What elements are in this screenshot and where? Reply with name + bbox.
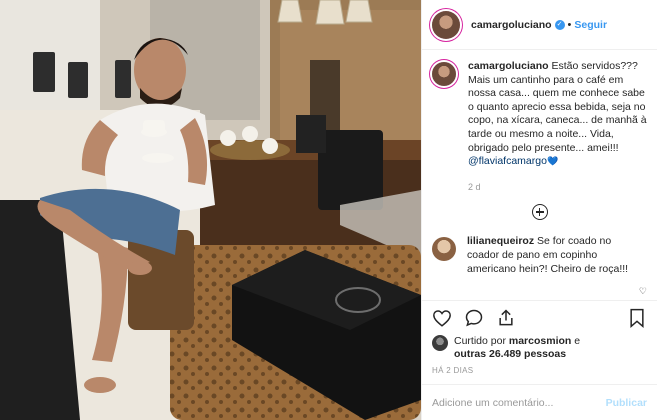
comment-username[interactable]: lilianequeiroz: [467, 235, 534, 247]
likes-summary: Curtido por marcosmion e outras 26.489 p…: [432, 335, 647, 361]
plus-circle-icon[interactable]: [531, 204, 548, 221]
share-button[interactable]: [496, 308, 516, 328]
publish-button[interactable]: Publicar: [606, 397, 647, 409]
post-time[interactable]: HÁ 2 DIAS: [432, 366, 473, 375]
likes-others[interactable]: outras 26.489 pessoas: [454, 348, 566, 360]
comment-bubble-icon: [465, 309, 483, 326]
caption-text: Estão servidos??? Mais um cantinho para …: [468, 60, 647, 154]
likes-prefix: Curtido por: [454, 335, 506, 347]
post-header: camargoluciano ✓ • Seguir: [422, 0, 657, 50]
instagram-post: camargoluciano ✓ • Seguir camargoluciano…: [0, 0, 657, 420]
caption-body: camargoluciano Estão servidos??? Mais um…: [468, 60, 647, 194]
add-comment-bar: Publicar: [422, 384, 657, 420]
separator-dot: •: [567, 18, 572, 31]
comment-input[interactable]: [432, 396, 606, 409]
follow-button[interactable]: Seguir: [574, 19, 607, 31]
post-side-panel: camargoluciano ✓ • Seguir camargoluciano…: [421, 0, 657, 420]
caption-avatar[interactable]: [432, 62, 456, 86]
liker-avatar[interactable]: [432, 335, 448, 351]
caption-timestamp[interactable]: 2 d: [468, 181, 647, 195]
photo-illustration: [0, 0, 421, 420]
blue-heart-emoji: 💙: [546, 156, 559, 167]
header-username[interactable]: camargoluciano: [471, 19, 552, 31]
bookmark-icon: [630, 308, 644, 328]
action-bar: [422, 300, 657, 334]
heart-icon: [433, 309, 451, 327]
load-more-comments[interactable]: [432, 204, 647, 221]
caption-mention[interactable]: @flaviafcamargo: [468, 155, 547, 167]
likes-conjunction: e: [574, 335, 581, 347]
like-button[interactable]: [432, 308, 452, 328]
avatar[interactable]: [432, 10, 460, 39]
comment-item: lilianequeiroz Se for coado no coador de…: [432, 235, 647, 276]
share-upload-icon: [499, 308, 513, 325]
comment-button[interactable]: [464, 308, 484, 328]
likes-text: Curtido por marcosmion e outras 26.489 p…: [454, 335, 580, 361]
caption-username[interactable]: camargoluciano: [468, 60, 549, 72]
comments-section[interactable]: camargoluciano Estão servidos??? Mais um…: [422, 50, 657, 420]
comment-avatar[interactable]: [432, 237, 456, 262]
comment-body: lilianequeiroz Se for coado no coador de…: [467, 235, 635, 276]
likes-user[interactable]: marcosmion: [509, 335, 571, 347]
save-button[interactable]: [627, 308, 647, 328]
caption: camargoluciano Estão servidos??? Mais um…: [432, 60, 647, 194]
comment-like-heart-icon[interactable]: ♡: [639, 286, 647, 297]
post-photo[interactable]: [0, 0, 421, 420]
verified-badge-icon: ✓: [554, 19, 565, 30]
